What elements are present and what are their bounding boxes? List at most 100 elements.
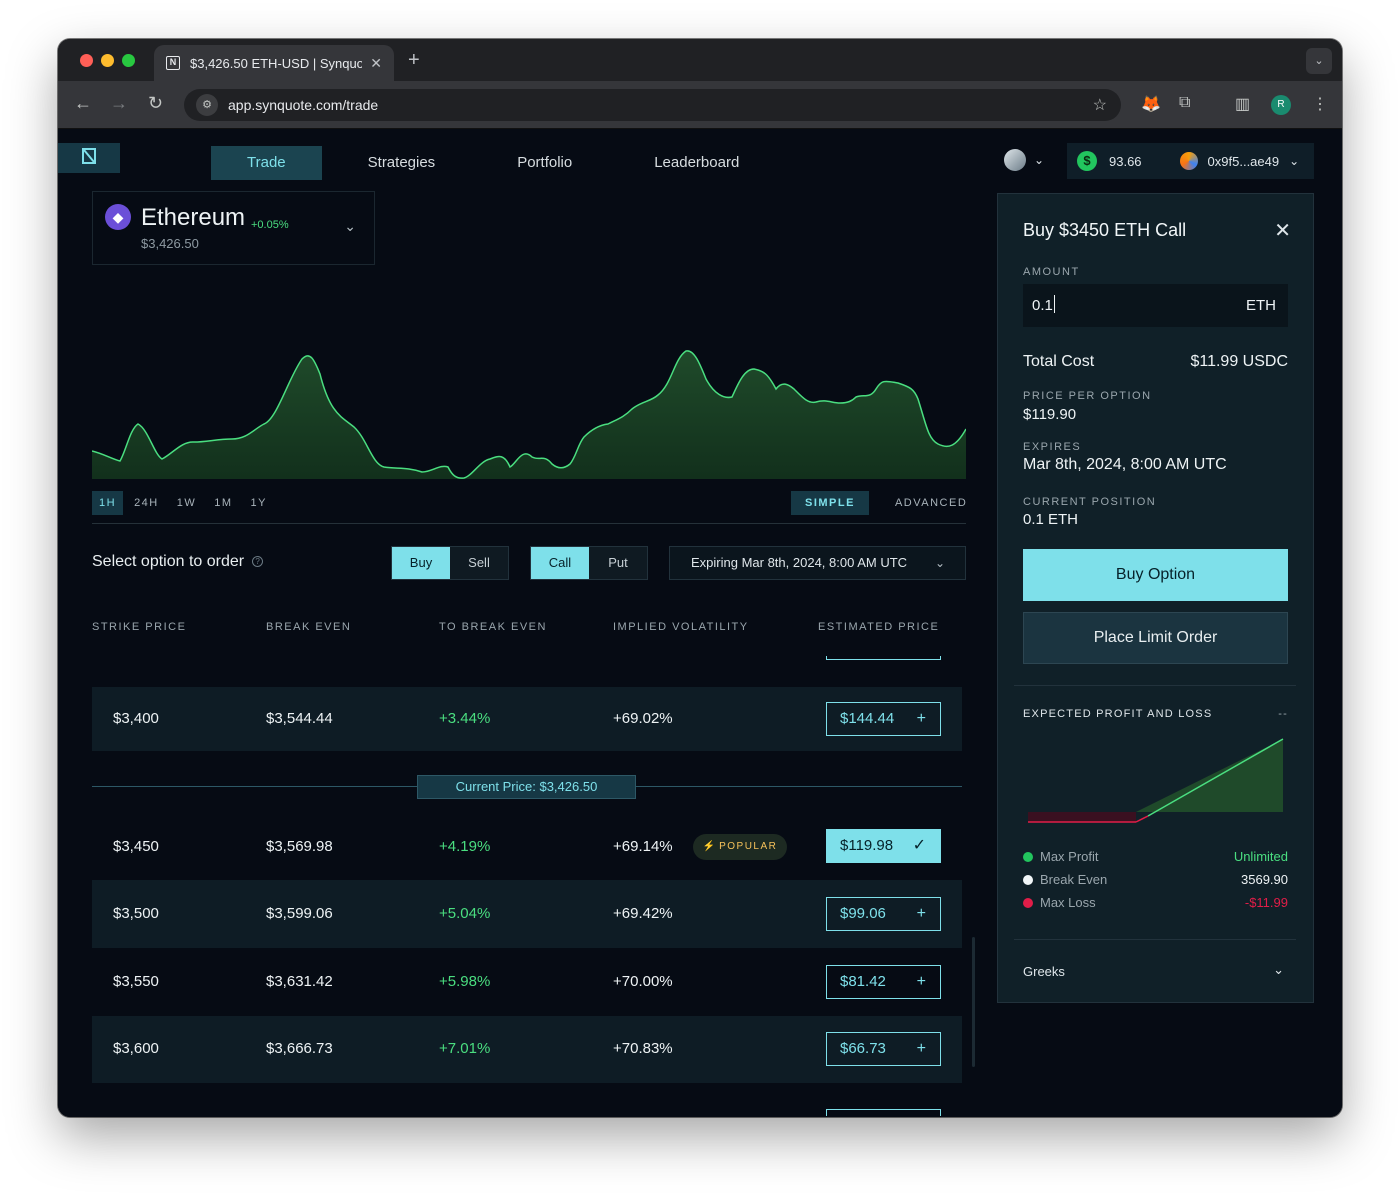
price-button-partial[interactable] [826, 1109, 941, 1116]
window-controls [80, 54, 135, 67]
minimize-window-button[interactable] [101, 54, 114, 67]
range-24h[interactable]: 24H [127, 491, 166, 515]
chevron-down-icon: ⌄ [344, 218, 356, 234]
help-icon[interactable]: ? [252, 556, 264, 567]
chevron-down-icon: ⌄ [1273, 962, 1284, 977]
expiry-dropdown[interactable]: Expiring Mar 8th, 2024, 8:00 AM UTC ⌄ [669, 546, 966, 580]
price-button-partial[interactable] [826, 656, 941, 660]
profile-avatar[interactable]: R [1271, 95, 1291, 115]
legend-label: Max Loss [1040, 895, 1096, 910]
browser-window: N $3,426.50 ETH-USD | Synquote ✕ + ⌄ ← →… [58, 39, 1342, 1117]
table-row-selected[interactable]: $3,450 $3,569.98 +4.19% +69.14% ⚡ POPULAR… [92, 816, 962, 880]
new-tab-icon[interactable]: + [408, 49, 420, 72]
pnl-title: EXPECTED PROFIT AND LOSS [1023, 708, 1213, 720]
range-1y[interactable]: 1Y [244, 491, 274, 515]
order-panel-title: Buy $3450 ETH Call [1023, 220, 1187, 240]
zoom-window-button[interactable] [122, 54, 135, 67]
sell-toggle[interactable]: Sell [450, 547, 508, 579]
range-1h[interactable]: 1H [92, 491, 124, 515]
expires-label: EXPIRES [1023, 441, 1082, 453]
reload-icon[interactable]: ↻ [148, 93, 163, 114]
chevron-down-icon: ⌄ [934, 556, 945, 570]
extensions-puzzle-icon[interactable]: ⧉ [1179, 94, 1190, 112]
bookmark-star-icon[interactable]: ☆ [1093, 95, 1107, 115]
more-menu-icon[interactable]: ⋮ [1312, 94, 1328, 114]
tab-search-icon[interactable]: ⌄ [1306, 48, 1332, 74]
white-dot-icon [1023, 875, 1033, 885]
table-row[interactable]: $3,550 $3,631.42 +5.98% +70.00% $81.42 + [92, 948, 962, 1016]
options-table: $3,400 $3,544.44 +3.44% +69.02% $144.44 +… [92, 656, 962, 1116]
network-icon [1004, 149, 1026, 171]
side-panel-icon[interactable]: ▥ [1235, 94, 1250, 114]
legend-max-loss: Max Loss -$11.99 [1023, 895, 1288, 910]
site-settings-icon[interactable]: ⚙ [196, 94, 218, 116]
header-estimated-price: ESTIMATED PRICE [818, 621, 940, 633]
network-selector[interactable]: ⌄ [1004, 149, 1044, 171]
plus-icon: + [916, 1040, 926, 1057]
estimated-price: $144.44 [840, 710, 895, 727]
to-break-even: +4.19% [439, 838, 491, 855]
nav-trade[interactable]: Trade [211, 146, 322, 180]
wallet-button[interactable]: $ 93.66 0x9f5...ae49 ⌄ [1067, 143, 1314, 179]
mode-simple[interactable]: SIMPLE [791, 491, 869, 515]
estimated-price-button[interactable]: $81.42 + [826, 965, 941, 999]
put-toggle[interactable]: Put [589, 547, 647, 579]
mode-advanced[interactable]: ADVANCED [881, 491, 981, 515]
nav-leaderboard[interactable]: Leaderboard [618, 146, 775, 180]
nav-portfolio[interactable]: Portfolio [481, 146, 608, 180]
table-row[interactable]: $3,500 $3,599.06 +5.04% +69.42% $99.06 + [92, 880, 962, 948]
back-icon[interactable]: ← [74, 93, 92, 114]
amount-input[interactable]: 0.1 ETH [1023, 284, 1288, 327]
legend-label: Break Even [1040, 872, 1108, 887]
table-row[interactable]: $3,600 $3,666.73 +7.01% +70.83% $66.73 + [92, 1016, 962, 1083]
amount-label: AMOUNT [1023, 266, 1080, 278]
chevron-down-icon: ⌄ [1034, 153, 1045, 167]
range-1m[interactable]: 1M [207, 491, 239, 515]
header-strike-price: STRIKE PRICE [92, 621, 187, 633]
header-implied-volatility: IMPLIED VOLATILITY [613, 621, 749, 633]
close-icon[interactable]: ✕ [1274, 218, 1291, 243]
pnl-loss-area [1028, 812, 1136, 822]
side-toggle: Buy Sell [391, 546, 509, 580]
total-cost-value: $11.99 USDC [1190, 353, 1288, 370]
table-scrollbar[interactable] [972, 937, 975, 1067]
pnl-break-segment [1135, 815, 1149, 823]
chart-mode-selector: SIMPLE ADVANCED [791, 491, 981, 515]
break-even: $3,666.73 [266, 1040, 333, 1057]
break-even: $3,599.06 [266, 905, 333, 922]
text-cursor [1053, 295, 1055, 313]
estimated-price-button[interactable]: $144.44 + [826, 702, 941, 736]
estimated-price-button[interactable]: $119.98 ✓ [826, 829, 941, 863]
nav-strategies[interactable]: Strategies [332, 146, 472, 180]
estimated-price-button[interactable]: $66.73 + [826, 1032, 941, 1066]
browser-tab[interactable]: N $3,426.50 ETH-USD | Synquote ✕ [154, 45, 394, 81]
header-break-even: BREAK EVEN [266, 621, 352, 633]
legend-break-even: Break Even 3569.90 [1023, 872, 1288, 887]
pnl-chart [1028, 738, 1284, 823]
max-profit-value: Unlimited [1233, 849, 1288, 864]
metamask-extension-icon[interactable]: 🦊 [1141, 94, 1161, 114]
wallet-balance: 93.66 [1109, 153, 1142, 169]
synquote-logo[interactable] [58, 143, 120, 173]
call-toggle[interactable]: Call [531, 547, 589, 579]
red-dot-icon [1023, 898, 1033, 908]
buy-option-button[interactable]: Buy Option [1023, 549, 1288, 601]
asset-name: Ethereum [141, 204, 246, 231]
estimated-price: $66.73 [840, 1040, 886, 1057]
address-bar[interactable]: ⚙ app.synquote.com/trade ☆ [184, 89, 1121, 121]
asset-selector[interactable]: ◆ Ethereum +0.05% $3,426.50 ⌄ [92, 191, 375, 265]
strike-price: $3,450 [113, 838, 159, 855]
buy-toggle[interactable]: Buy [392, 547, 450, 579]
greeks-accordion[interactable]: Greeks ⌄ [1023, 962, 1288, 979]
divider [1014, 939, 1296, 940]
range-1w[interactable]: 1W [170, 491, 204, 515]
url-text: app.synquote.com/trade [228, 97, 379, 113]
close-window-button[interactable] [80, 54, 93, 67]
table-row[interactable]: $3,400 $3,544.44 +3.44% +69.02% $144.44 + [92, 687, 962, 751]
close-tab-icon[interactable]: ✕ [370, 55, 382, 72]
forward-icon[interactable]: → [110, 93, 128, 114]
estimated-price-button[interactable]: $99.06 + [826, 897, 941, 931]
estimated-price: $119.98 [840, 837, 894, 854]
place-limit-order-button[interactable]: Place Limit Order [1023, 612, 1288, 664]
wallet-address: 0x9f5...ae49 [1207, 153, 1280, 169]
